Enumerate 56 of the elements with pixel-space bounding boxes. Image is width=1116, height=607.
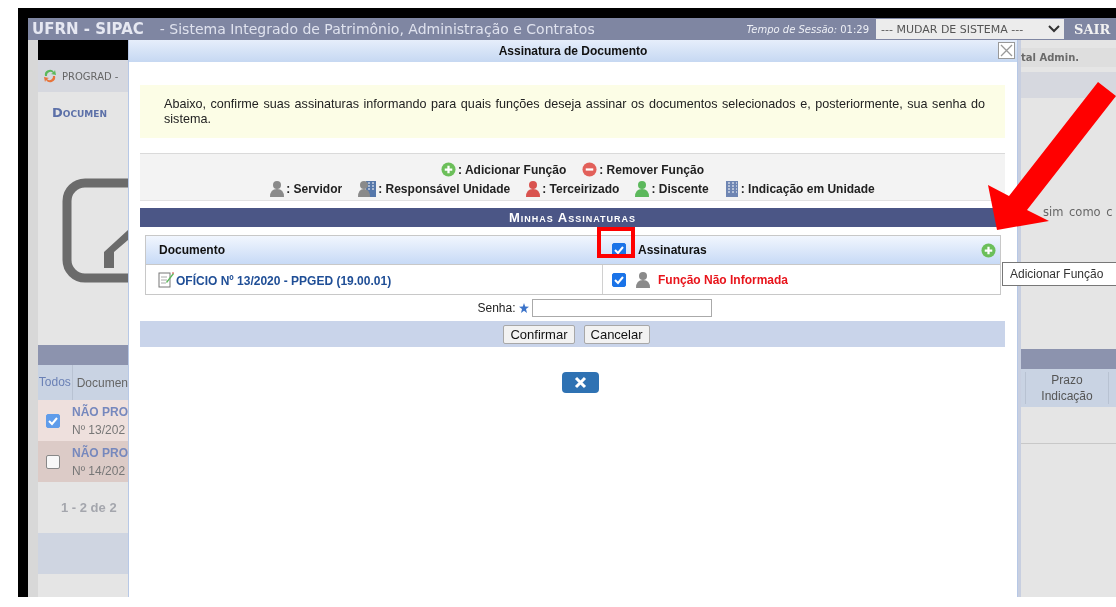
column-header: Prazo Indicação — [1025, 372, 1109, 404]
dialog-title: Assinatura de Documento — [498, 44, 648, 58]
edit-document-icon — [158, 271, 174, 288]
building-icon — [724, 180, 739, 197]
system-select[interactable]: --- MUDAR DE SISTEMA --- — [876, 19, 1064, 39]
close-button[interactable] — [562, 372, 599, 393]
legend-label: : Servidor — [286, 181, 343, 196]
column-header: Documen — [75, 375, 128, 390]
description-text: sim como c — [1043, 205, 1113, 219]
checkbox[interactable] — [46, 454, 60, 469]
person-icon — [636, 271, 650, 288]
function-status: Função Não Informada — [658, 272, 788, 287]
document-link[interactable]: NÃO PRO — [72, 445, 128, 460]
person-building-icon — [358, 180, 377, 197]
legend-label: : Discente — [651, 181, 709, 196]
column-header: Assinaturas — [638, 243, 707, 257]
document-number: Nº 14/202 — [72, 463, 127, 478]
document-link[interactable]: OFÍCIO Nº 13/2020 - PPGED (19.00.01) — [176, 274, 392, 288]
legend-label: : Terceirizado — [542, 181, 620, 196]
person-icon — [270, 180, 285, 197]
column-header: Documento — [159, 243, 225, 257]
legend-label: : Remover Função — [599, 162, 704, 177]
logout-link[interactable]: SAIR — [1074, 21, 1116, 37]
notice-text: Abaixo, confirme suas assinaturas informando para quais funções deseja assinar os documentos selecionados e, posteriormente, sua senha do sistema. — [140, 85, 1005, 138]
portal-link[interactable]: tal Admin. — [1021, 47, 1116, 67]
checkbox[interactable] — [612, 272, 626, 287]
legend-label: : Responsável Unidade — [378, 181, 511, 196]
system-logo: UFRN - SIPAC — [32, 20, 144, 38]
confirm-button[interactable]: Confirmar — [503, 324, 575, 344]
person-icon — [526, 180, 541, 197]
system-subtitle: - Sistema Integrado de Patrimônio, Administração e Contratos — [159, 21, 595, 37]
page-title: Documen — [52, 105, 107, 120]
tooltip: Adicionar Função — [1002, 262, 1116, 286]
home-icon — [62, 178, 128, 283]
document-number: Nº 13/202 — [72, 422, 127, 437]
document-link[interactable]: NÃO PRO — [72, 404, 128, 419]
close-icon — [574, 376, 587, 389]
pagination-text: 1 - 2 de 2 — [61, 500, 117, 515]
checkbox[interactable] — [46, 413, 60, 428]
refresh-icon — [42, 68, 58, 84]
required-star-icon — [518, 303, 529, 313]
close-icon[interactable] — [998, 42, 1015, 59]
legend-label: : Adicionar Função — [458, 162, 567, 177]
add-icon — [441, 162, 457, 177]
password-label: Senha: — [477, 301, 516, 315]
person-icon — [635, 180, 650, 197]
legend-label: : Indicação em Unidade — [740, 181, 875, 196]
session-timer: Tempo de Sessão: 01:29 — [746, 23, 869, 35]
chevron-icon — [1048, 25, 1060, 33]
add-icon[interactable] — [981, 242, 996, 258]
password-field[interactable] — [531, 299, 712, 317]
remove-icon — [582, 162, 598, 177]
highlight-frame — [597, 227, 635, 258]
cancel-button[interactable]: Cancelar — [583, 324, 650, 344]
section-title: Minhas Assinaturas — [508, 210, 637, 225]
unit-label: PROGRAD - — [62, 70, 119, 82]
